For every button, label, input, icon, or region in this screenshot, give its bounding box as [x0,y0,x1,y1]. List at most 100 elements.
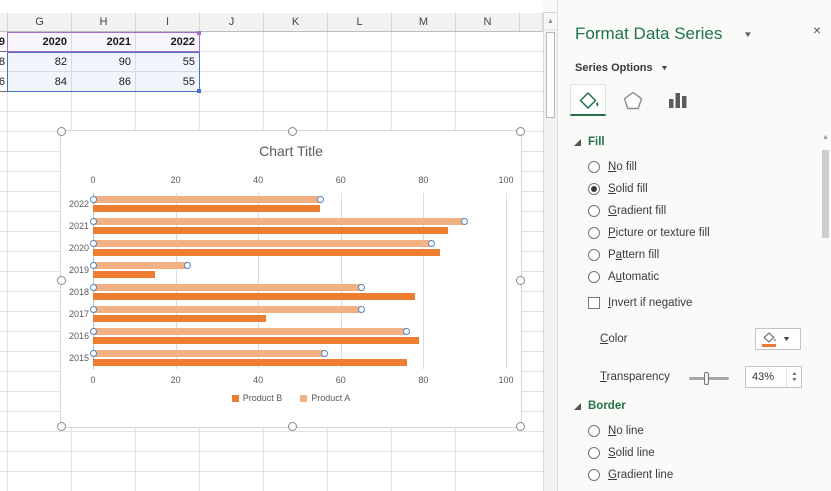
radio-circle[interactable] [588,227,600,239]
radio-no-line[interactable]: No line [558,420,819,442]
radio-automatic[interactable]: Automatic [558,266,819,288]
data-point-handle[interactable] [403,328,411,335]
legend-item-product-b[interactable]: Product B [231,393,282,403]
fill-section-header[interactable]: Fill [574,136,819,148]
data-point-handle[interactable] [89,196,97,203]
tab-series-options[interactable] [660,84,696,116]
border-section-header[interactable]: Border [574,400,819,412]
chart-resize-handle[interactable] [516,276,525,285]
data-point-handle[interactable] [357,284,365,291]
bar-product-b-2022[interactable] [93,205,321,212]
radio-pattern-fill[interactable]: Pattern fill [558,244,819,266]
radio-circle[interactable] [588,271,600,283]
data-point-handle[interactable] [428,240,436,247]
legend-item-product-a[interactable]: Product A [300,393,350,403]
invert-if-negative-checkbox[interactable]: Invert if negative [558,292,819,314]
bar-product-a-2022[interactable] [93,196,321,203]
section-collapse-icon[interactable] [574,138,581,146]
transparency-spinner[interactable]: 43% ▲ ▼ [745,366,802,388]
slider-handle[interactable] [704,372,710,385]
chart-resize-handle[interactable] [57,422,66,431]
cell[interactable]: 2022 [136,32,200,52]
bar-product-b-2020[interactable] [93,249,440,256]
bar-product-b-2021[interactable] [93,227,449,234]
series-options-row[interactable]: Series Options ▼ [575,62,669,74]
cell[interactable]: 55 [136,52,200,72]
bar-product-b-2016[interactable] [93,337,420,344]
bar-product-a-2020[interactable] [93,240,432,247]
chart-resize-handle[interactable] [288,127,297,136]
radio-picture-or-texture-fill[interactable]: Picture or texture fill [558,222,819,244]
data-point-handle[interactable] [89,262,97,269]
radio-circle[interactable] [588,249,600,261]
radio-circle[interactable] [588,469,600,481]
bar-product-a-2015[interactable] [93,350,325,357]
chevron-down-icon[interactable]: ▼ [743,30,753,39]
transparency-slider[interactable] [689,372,729,385]
data-point-handle[interactable] [89,328,97,335]
bar-product-a-2021[interactable] [93,218,465,225]
data-point-handle[interactable] [89,306,97,313]
data-point-handle[interactable] [89,350,97,357]
partial-cell[interactable]: 8 [0,52,7,72]
chart-resize-handle[interactable] [288,422,297,431]
radio-circle[interactable] [588,205,600,217]
bar-product-b-2015[interactable] [93,359,407,366]
chart-resize-handle[interactable] [516,127,525,136]
scroll-up-icon[interactable]: ▲ [821,134,830,146]
radio-no-fill[interactable]: No fill [558,156,819,178]
radio-solid-line[interactable]: Solid line [558,442,819,464]
data-point-handle[interactable] [320,350,328,357]
cell[interactable]: 55 [136,72,200,92]
cell[interactable]: 84 [8,72,72,92]
section-collapse-icon[interactable] [574,402,581,410]
spreadsheet[interactable]: GHIJKLMN 9 2020 2021 2022 8 82 90 55 6 84 86 55 Cha… [0,0,543,491]
pane-scrollbar-thumb[interactable] [822,150,829,238]
sheet-vertical-scrollbar[interactable]: ▲ [543,13,557,491]
bar-product-a-2016[interactable] [93,328,407,335]
radio-solid-fill[interactable]: Solid fill [558,178,819,200]
radio-circle[interactable] [588,183,600,195]
data-point-handle[interactable] [89,240,97,247]
bar-product-a-2017[interactable] [93,306,362,313]
cell[interactable]: 82 [8,52,72,72]
data-point-handle[interactable] [89,218,97,225]
radio-circle[interactable] [588,447,600,459]
fill-color-button[interactable]: ▼ [755,328,801,350]
spin-down-icon[interactable]: ▼ [791,377,798,383]
bar-product-a-2018[interactable] [93,284,362,291]
tab-effects[interactable] [615,84,651,116]
bar-product-b-2019[interactable] [93,271,155,278]
bar-product-b-2018[interactable] [93,293,416,300]
close-icon[interactable]: × [813,22,821,38]
chart-resize-handle[interactable] [57,276,66,285]
cell[interactable]: 2021 [72,32,136,52]
scrollbar-thumb[interactable] [546,32,555,118]
chart-title[interactable]: Chart Title [61,143,521,159]
radio-circle[interactable] [588,161,600,173]
partial-cell[interactable]: 9 [0,32,7,52]
bar-product-a-2019[interactable] [93,262,188,269]
chevron-down-icon[interactable]: ▼ [660,65,669,72]
pane-scrollbar[interactable]: ▲ [821,134,830,491]
data-point-handle[interactable] [357,306,365,313]
partial-cell[interactable]: 6 [0,72,7,92]
radio-gradient-fill[interactable]: Gradient fill [558,200,819,222]
chevron-down-icon[interactable]: ▼ [782,336,791,343]
chart-resize-handle[interactable] [57,127,66,136]
transparency-value[interactable]: 43% [746,371,786,383]
data-point-handle[interactable] [184,262,192,269]
chart-object[interactable]: Chart Title Product B Product A 0 0 20 20 40 4… [57,127,525,431]
cell[interactable]: 90 [72,52,136,72]
cell[interactable]: 2020 [8,32,72,52]
tab-fill-line[interactable] [570,84,606,116]
bar-product-b-2017[interactable] [93,315,267,322]
cell[interactable]: 86 [72,72,136,92]
radio-gradient-line[interactable]: Gradient line [558,464,819,486]
data-point-handle[interactable] [89,284,97,291]
radio-circle[interactable] [588,425,600,437]
data-point-handle[interactable] [461,218,469,225]
chart-resize-handle[interactable] [516,422,525,431]
checkbox[interactable] [588,297,600,309]
scroll-up-button[interactable]: ▲ [544,13,557,30]
